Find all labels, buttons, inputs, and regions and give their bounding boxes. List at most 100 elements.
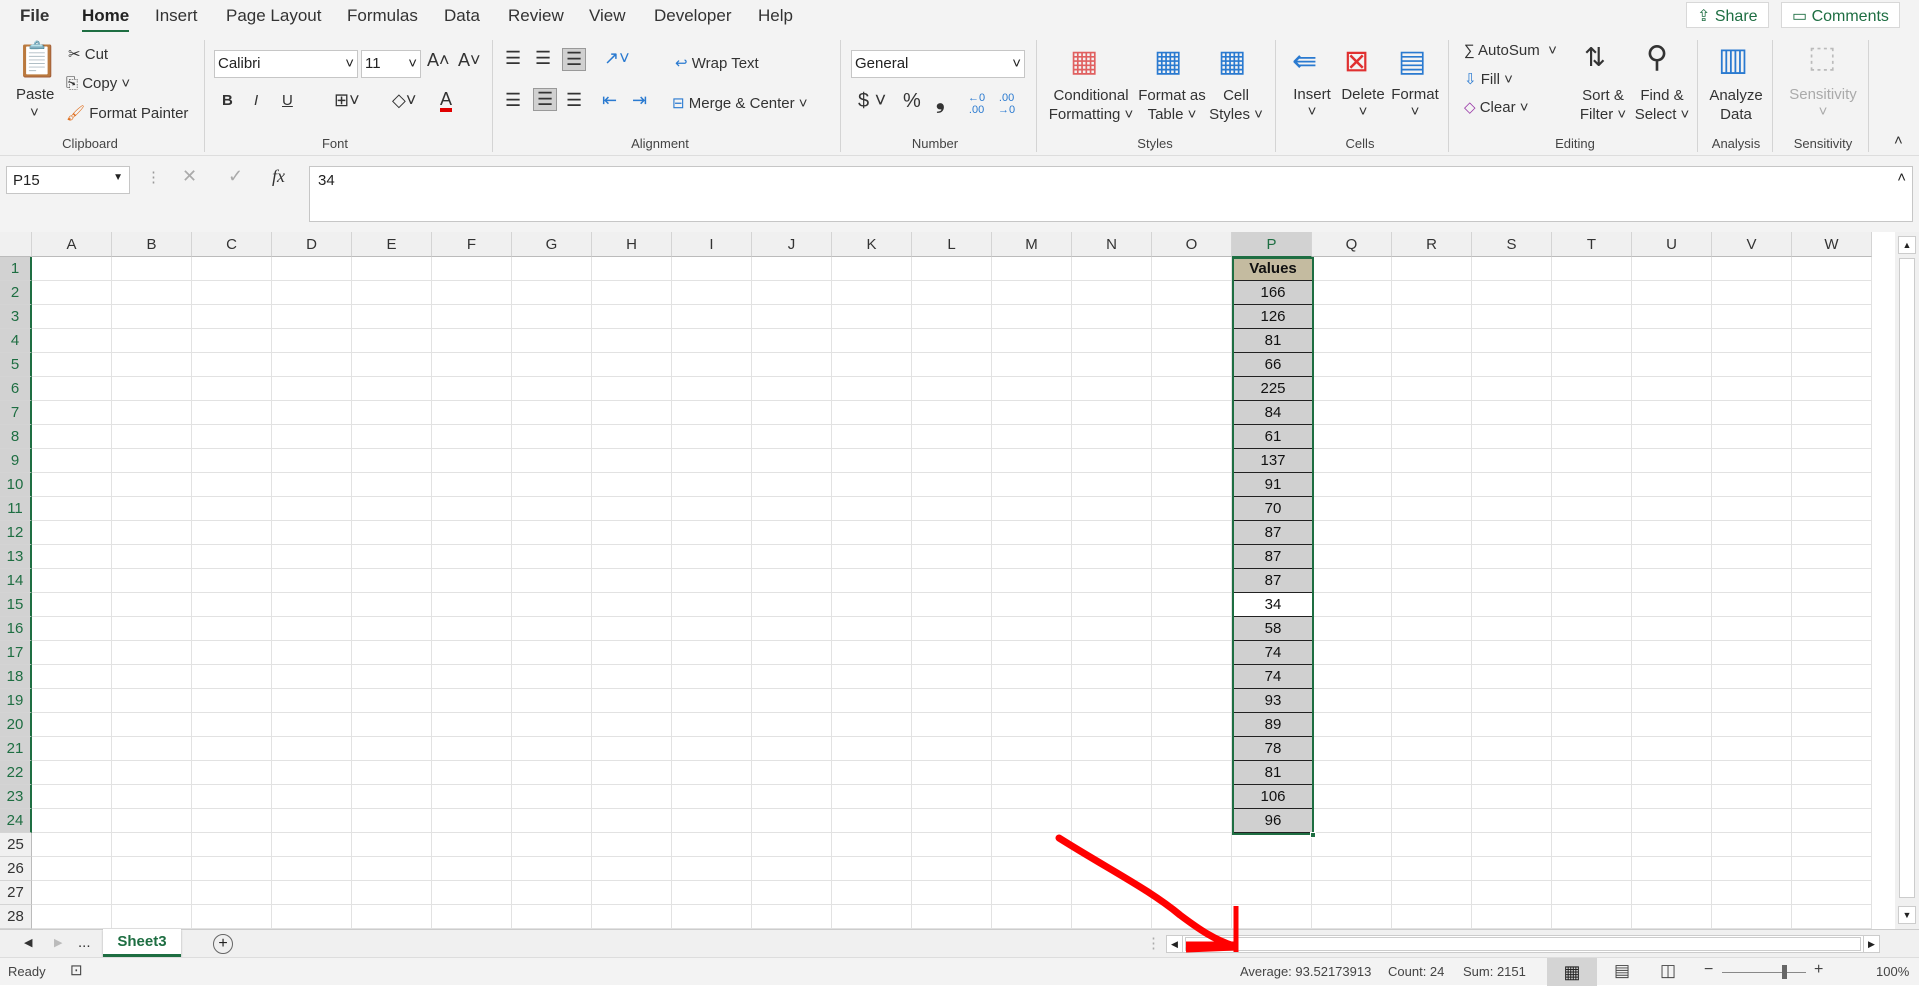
increase-indent-icon[interactable]: ⇥ [632,90,647,111]
cell[interactable] [1392,473,1472,497]
cell[interactable] [672,425,752,449]
cell[interactable] [1392,545,1472,569]
column-header-t[interactable]: T [1552,232,1632,257]
value-cell[interactable]: 74 [1233,665,1313,689]
cell[interactable] [832,449,912,473]
cell[interactable] [1552,545,1632,569]
cell[interactable] [432,857,512,881]
cell[interactable] [512,665,592,689]
cell[interactable] [512,905,592,929]
cell[interactable] [192,545,272,569]
cell[interactable] [912,905,992,929]
cell[interactable] [432,593,512,617]
cell[interactable] [32,665,112,689]
cell[interactable] [1552,617,1632,641]
cell[interactable] [1712,761,1792,785]
cell[interactable] [1072,377,1152,401]
cell[interactable] [112,281,192,305]
cell[interactable] [112,713,192,737]
cell[interactable] [112,401,192,425]
cell[interactable] [912,857,992,881]
cell[interactable] [992,713,1072,737]
cell[interactable] [912,353,992,377]
cell[interactable] [1792,785,1872,809]
cell[interactable] [112,689,192,713]
insert-button[interactable]: Insert ˅ [1292,86,1332,120]
cell[interactable] [272,905,352,929]
cell[interactable] [1312,689,1392,713]
align-left-icon[interactable]: ☰ [505,90,521,111]
cell[interactable] [1792,665,1872,689]
cell[interactable] [592,641,672,665]
cell[interactable] [1712,425,1792,449]
cut-button[interactable]: ✂ Cut [68,45,108,63]
cell[interactable] [1152,809,1232,833]
cell[interactable] [1072,665,1152,689]
cell[interactable] [1312,665,1392,689]
cell[interactable] [592,593,672,617]
cell[interactable] [592,305,672,329]
cell[interactable] [1552,449,1632,473]
cell[interactable] [1632,665,1712,689]
cell[interactable] [512,689,592,713]
cell[interactable] [432,377,512,401]
cell[interactable] [672,353,752,377]
cell[interactable] [1072,593,1152,617]
cell[interactable] [912,809,992,833]
cell[interactable] [112,545,192,569]
cell[interactable] [1312,641,1392,665]
cell[interactable] [272,785,352,809]
cell[interactable] [352,497,432,521]
cell[interactable] [272,713,352,737]
cell[interactable] [512,401,592,425]
cell[interactable] [1392,401,1472,425]
cell[interactable] [752,761,832,785]
cell[interactable] [672,329,752,353]
cell[interactable] [992,305,1072,329]
cell[interactable] [672,569,752,593]
cell[interactable] [272,473,352,497]
cell[interactable] [992,881,1072,905]
column-header-j[interactable]: J [752,232,832,257]
cell[interactable] [112,449,192,473]
cell[interactable] [1152,569,1232,593]
cell[interactable] [1312,425,1392,449]
normal-view-icon[interactable]: ▦ [1547,958,1597,986]
cell[interactable] [1552,521,1632,545]
cell[interactable] [1152,641,1232,665]
cell[interactable] [912,425,992,449]
cell[interactable] [992,785,1072,809]
cell[interactable] [192,905,272,929]
cell[interactable] [992,857,1072,881]
value-cell[interactable]: 137 [1233,449,1313,473]
cell[interactable] [1472,545,1552,569]
cell[interactable] [1632,713,1712,737]
cell[interactable] [832,329,912,353]
wrap-text-button[interactable]: ↩ Wrap Text [675,54,759,72]
cell[interactable] [432,449,512,473]
cell[interactable] [912,497,992,521]
cell[interactable] [1712,641,1792,665]
column-header-k[interactable]: K [832,232,912,257]
cell[interactable] [992,281,1072,305]
count-status[interactable]: Count: 24 [1388,964,1444,979]
row-header-11[interactable]: 11 [0,497,32,521]
cell[interactable] [1472,641,1552,665]
cell[interactable] [1712,497,1792,521]
cell[interactable] [592,665,672,689]
cell[interactable] [1312,497,1392,521]
cell[interactable] [672,257,752,281]
cell[interactable] [432,833,512,857]
bold-button[interactable]: B [222,92,233,109]
value-cell[interactable]: 96 [1233,809,1313,833]
cell[interactable] [1632,689,1712,713]
cell[interactable] [352,377,432,401]
cell[interactable] [512,329,592,353]
cell[interactable] [32,257,112,281]
cell[interactable] [352,689,432,713]
cell[interactable] [112,905,192,929]
cell[interactable] [272,497,352,521]
cell[interactable] [1792,377,1872,401]
vertical-scrollbar[interactable]: ▲ ▼ [1895,232,1919,929]
cell[interactable] [512,281,592,305]
